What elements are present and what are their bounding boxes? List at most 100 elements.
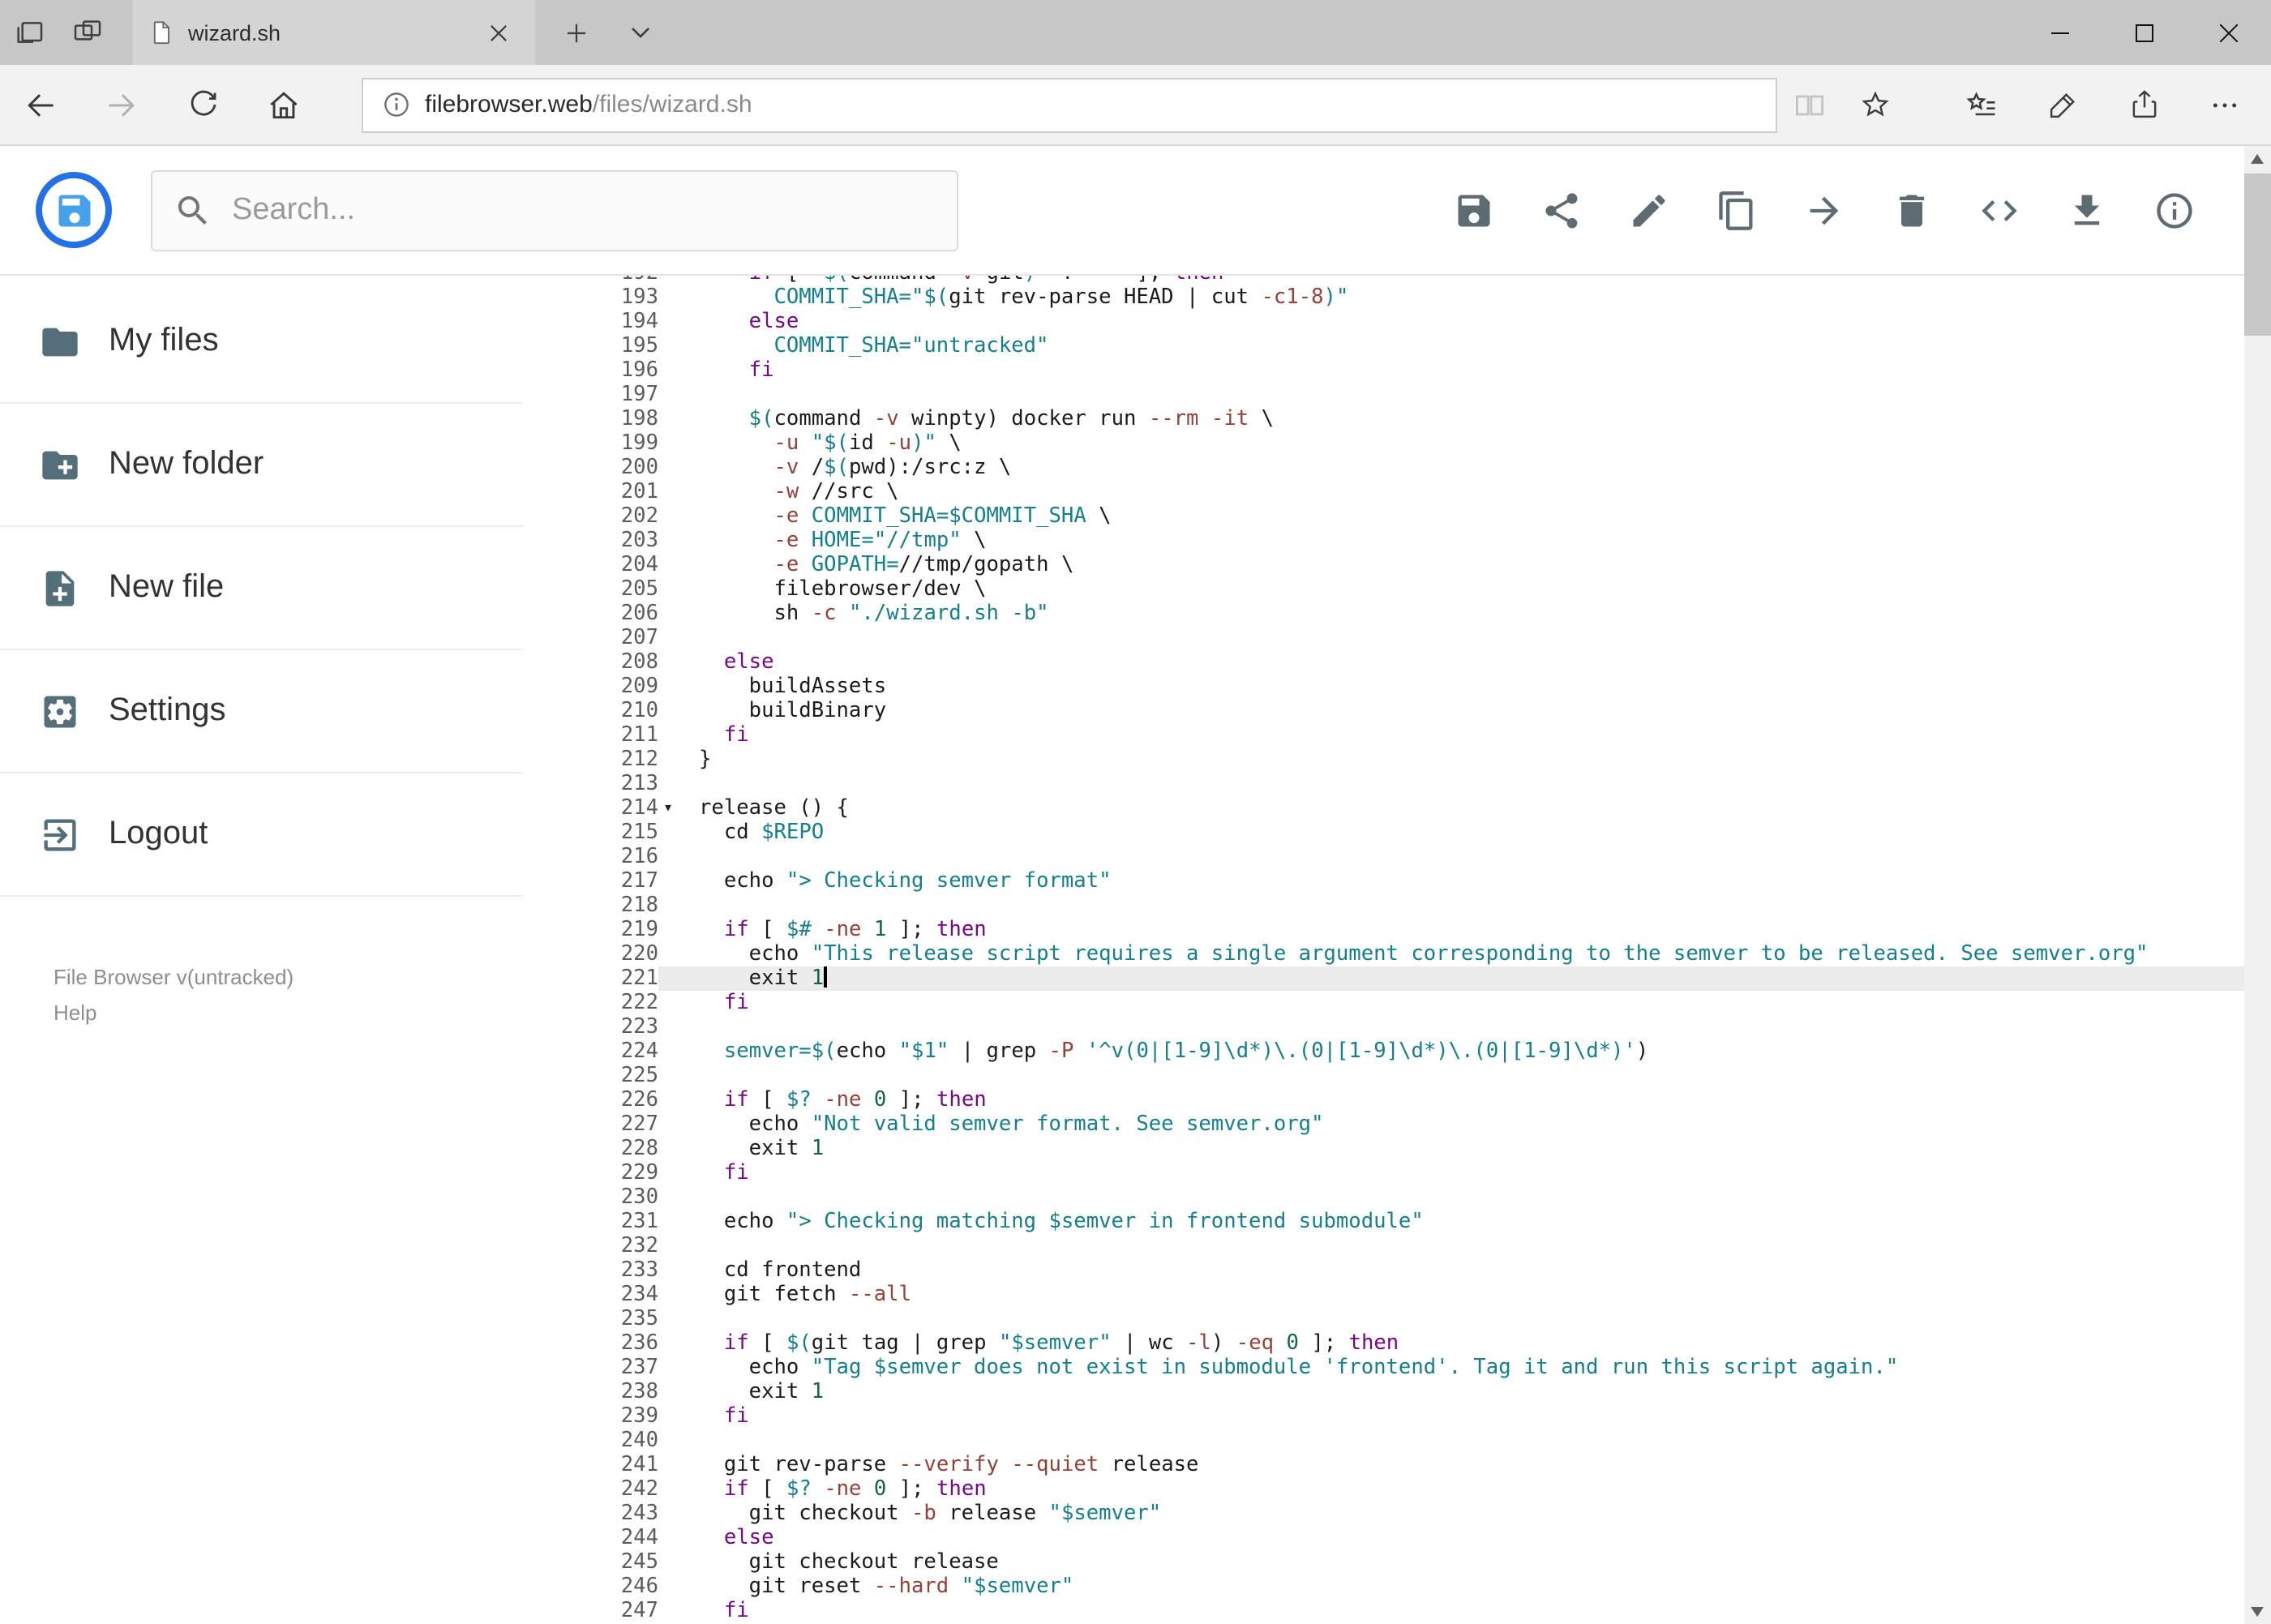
code-line-215[interactable]: 215 cd $REPO	[522, 821, 2243, 845]
tab-preview-chevron-button[interactable]	[616, 0, 665, 65]
code-line-210[interactable]: 210 buildBinary	[522, 699, 2243, 723]
code-line-243[interactable]: 243 git checkout -b release "$semver"	[522, 1502, 2243, 1526]
code-line-194[interactable]: 194 else	[522, 310, 2243, 334]
delete-button[interactable]	[1867, 145, 1955, 275]
code-line-206[interactable]: 206 sh -c "./wizard.sh -b"	[522, 602, 2243, 626]
code-line-214[interactable]: 214 ▾ release () {	[522, 796, 2243, 821]
code-line-221[interactable]: 221 exit 1	[522, 966, 2243, 991]
set-tabs-aside-button[interactable]	[0, 0, 58, 65]
code-line-211[interactable]: 211 fi	[522, 723, 2243, 748]
code-line-237[interactable]: 237 echo "Tag $semver does not exist in …	[522, 1356, 2243, 1380]
code-line-203[interactable]: 203 -e HOME="//tmp" \	[522, 529, 2243, 553]
code-line-222[interactable]: 222 fi	[522, 991, 2243, 1015]
sidebar-item-new-folder[interactable]: New folder	[0, 404, 522, 527]
code-line-208[interactable]: 208 else	[522, 650, 2243, 675]
code-line-231[interactable]: 231 echo "> Checking matching $semver in…	[522, 1210, 2243, 1234]
code-line-228[interactable]: 228 exit 1	[522, 1137, 2243, 1161]
code-line-223[interactable]: 223	[522, 1015, 2243, 1039]
code-line-225[interactable]: 225	[522, 1064, 2243, 1088]
code-line-205[interactable]: 205 filebrowser/dev \	[522, 577, 2243, 602]
sidebar-item-logout[interactable]: Logout	[0, 773, 522, 897]
code-line-224[interactable]: 224 semver=$(echo "$1" | grep -P '^v(0|[…	[522, 1039, 2243, 1064]
code-line-209[interactable]: 209 buildAssets	[522, 675, 2243, 699]
save-button[interactable]	[1429, 145, 1517, 275]
code-line-212[interactable]: 212}	[522, 748, 2243, 772]
filebrowser-logo[interactable]	[36, 172, 112, 248]
rename-button[interactable]	[1605, 145, 1692, 275]
code-line-196[interactable]: 196 fi	[522, 358, 2243, 383]
code-view-button[interactable]	[1955, 145, 2042, 275]
info-button[interactable]	[2130, 145, 2217, 275]
code-line-217[interactable]: 217 echo "> Checking semver format"	[522, 869, 2243, 893]
home-button[interactable]	[243, 64, 324, 145]
code-text: sh -c "./wizard.sh -b"	[773, 602, 1049, 626]
code-line-245[interactable]: 245 git checkout release	[522, 1550, 2243, 1575]
code-line-200[interactable]: 200 -v /$(pwd):/src:z \	[522, 456, 2243, 480]
maximize-button[interactable]	[2102, 0, 2187, 65]
code-line-244[interactable]: 244 else	[522, 1526, 2243, 1550]
forward-button[interactable]	[81, 64, 162, 145]
code-line-234[interactable]: 234 git fetch --all	[522, 1283, 2243, 1307]
copy-button[interactable]	[1692, 145, 1780, 275]
code-line-216[interactable]: 216	[522, 845, 2243, 869]
code-line-193[interactable]: 193 COMMIT_SHA="$(git rev-parse HEAD | c…	[522, 285, 2243, 310]
sidebar-item-new-file[interactable]: New file	[0, 527, 522, 650]
refresh-button[interactable]	[162, 64, 243, 145]
back-button[interactable]	[0, 64, 81, 145]
code-line-246[interactable]: 246 git reset --hard "$semver"	[522, 1575, 2243, 1599]
code-line-240[interactable]: 240	[522, 1429, 2243, 1453]
code-line-218[interactable]: 218	[522, 893, 2243, 918]
sidebar-item-my-files[interactable]: My files	[0, 281, 522, 404]
reading-view-button[interactable]	[1777, 64, 1842, 145]
code-line-235[interactable]: 235	[522, 1307, 2243, 1331]
hub-button[interactable]	[1946, 64, 2017, 145]
code-line-247[interactable]: 247 fi	[522, 1599, 2243, 1623]
code-line-199[interactable]: 199 -u "$(id -u)" \	[522, 431, 2243, 456]
help-link[interactable]: Help	[54, 1001, 97, 1025]
tab-close-button[interactable]	[477, 11, 519, 54]
new-tab-button[interactable]	[548, 0, 603, 65]
code-line-197[interactable]: 197	[522, 383, 2243, 407]
close-window-button[interactable]	[2187, 0, 2271, 65]
scrollbar-up-button[interactable]	[2243, 146, 2271, 172]
share-page-button[interactable]	[2108, 64, 2179, 145]
sidebar-item-settings[interactable]: Settings	[0, 650, 522, 773]
share-button[interactable]	[1517, 145, 1605, 275]
code-line-229[interactable]: 229 fi	[522, 1161, 2243, 1185]
code-line-227[interactable]: 227 echo "Not valid semver format. See s…	[522, 1112, 2243, 1137]
code-line-204[interactable]: 204 -e GOPATH=//tmp/gopath \	[522, 553, 2243, 577]
code-line-201[interactable]: 201 -w //src \	[522, 480, 2243, 504]
code-line-202[interactable]: 202 -e COMMIT_SHA=$COMMIT_SHA \	[522, 504, 2243, 529]
code-line-242[interactable]: 242 if [ $? -ne 0 ]; then	[522, 1477, 2243, 1502]
code-line-207[interactable]: 207	[522, 626, 2243, 650]
scrollbar-thumb[interactable]	[2243, 174, 2271, 336]
browser-tab[interactable]: wizard.sh	[133, 0, 535, 65]
code-line-233[interactable]: 233 cd frontend	[522, 1258, 2243, 1283]
code-line-220[interactable]: 220 echo "This release script requires a…	[522, 942, 2243, 966]
code-editor[interactable]: 192 if [ "$(command -v git)" != "" ]; th…	[522, 276, 2243, 1624]
search-input[interactable]	[229, 191, 957, 229]
address-bar[interactable]: filebrowser.web/files/wizard.sh	[362, 77, 1777, 132]
minimize-button[interactable]	[2018, 0, 2102, 65]
scrollbar-down-button[interactable]	[2243, 1598, 2271, 1624]
code-line-192[interactable]: 192 if [ "$(command -v git)" != "" ]; th…	[522, 276, 2243, 285]
code-line-239[interactable]: 239 fi	[522, 1404, 2243, 1429]
page-info-icon[interactable]	[383, 91, 410, 118]
code-line-198[interactable]: 198 $(command -v winpty) docker run --rm…	[522, 407, 2243, 431]
code-line-219[interactable]: 219 if [ $# -ne 1 ]; then	[522, 918, 2243, 942]
code-line-195[interactable]: 195 COMMIT_SHA="untracked"	[522, 334, 2243, 358]
web-notes-button[interactable]	[2027, 64, 2098, 145]
code-line-236[interactable]: 236 if [ $(git tag | grep "$semver" | wc…	[522, 1331, 2243, 1356]
more-button[interactable]	[2189, 64, 2260, 145]
code-line-238[interactable]: 238 exit 1	[522, 1380, 2243, 1404]
code-line-226[interactable]: 226 if [ $? -ne 0 ]; then	[522, 1088, 2243, 1112]
code-line-241[interactable]: 241 git rev-parse --verify --quiet relea…	[522, 1453, 2243, 1477]
code-line-230[interactable]: 230	[522, 1185, 2243, 1210]
tabs-preview-button[interactable]	[58, 0, 117, 65]
download-button[interactable]	[2042, 145, 2130, 275]
code-line-213[interactable]: 213	[522, 772, 2243, 796]
move-button[interactable]	[1780, 145, 1867, 275]
code-line-232[interactable]: 232	[522, 1234, 2243, 1258]
add-favorite-button[interactable]	[1842, 64, 1907, 145]
fold-marker-icon[interactable]: ▾	[658, 796, 678, 821]
